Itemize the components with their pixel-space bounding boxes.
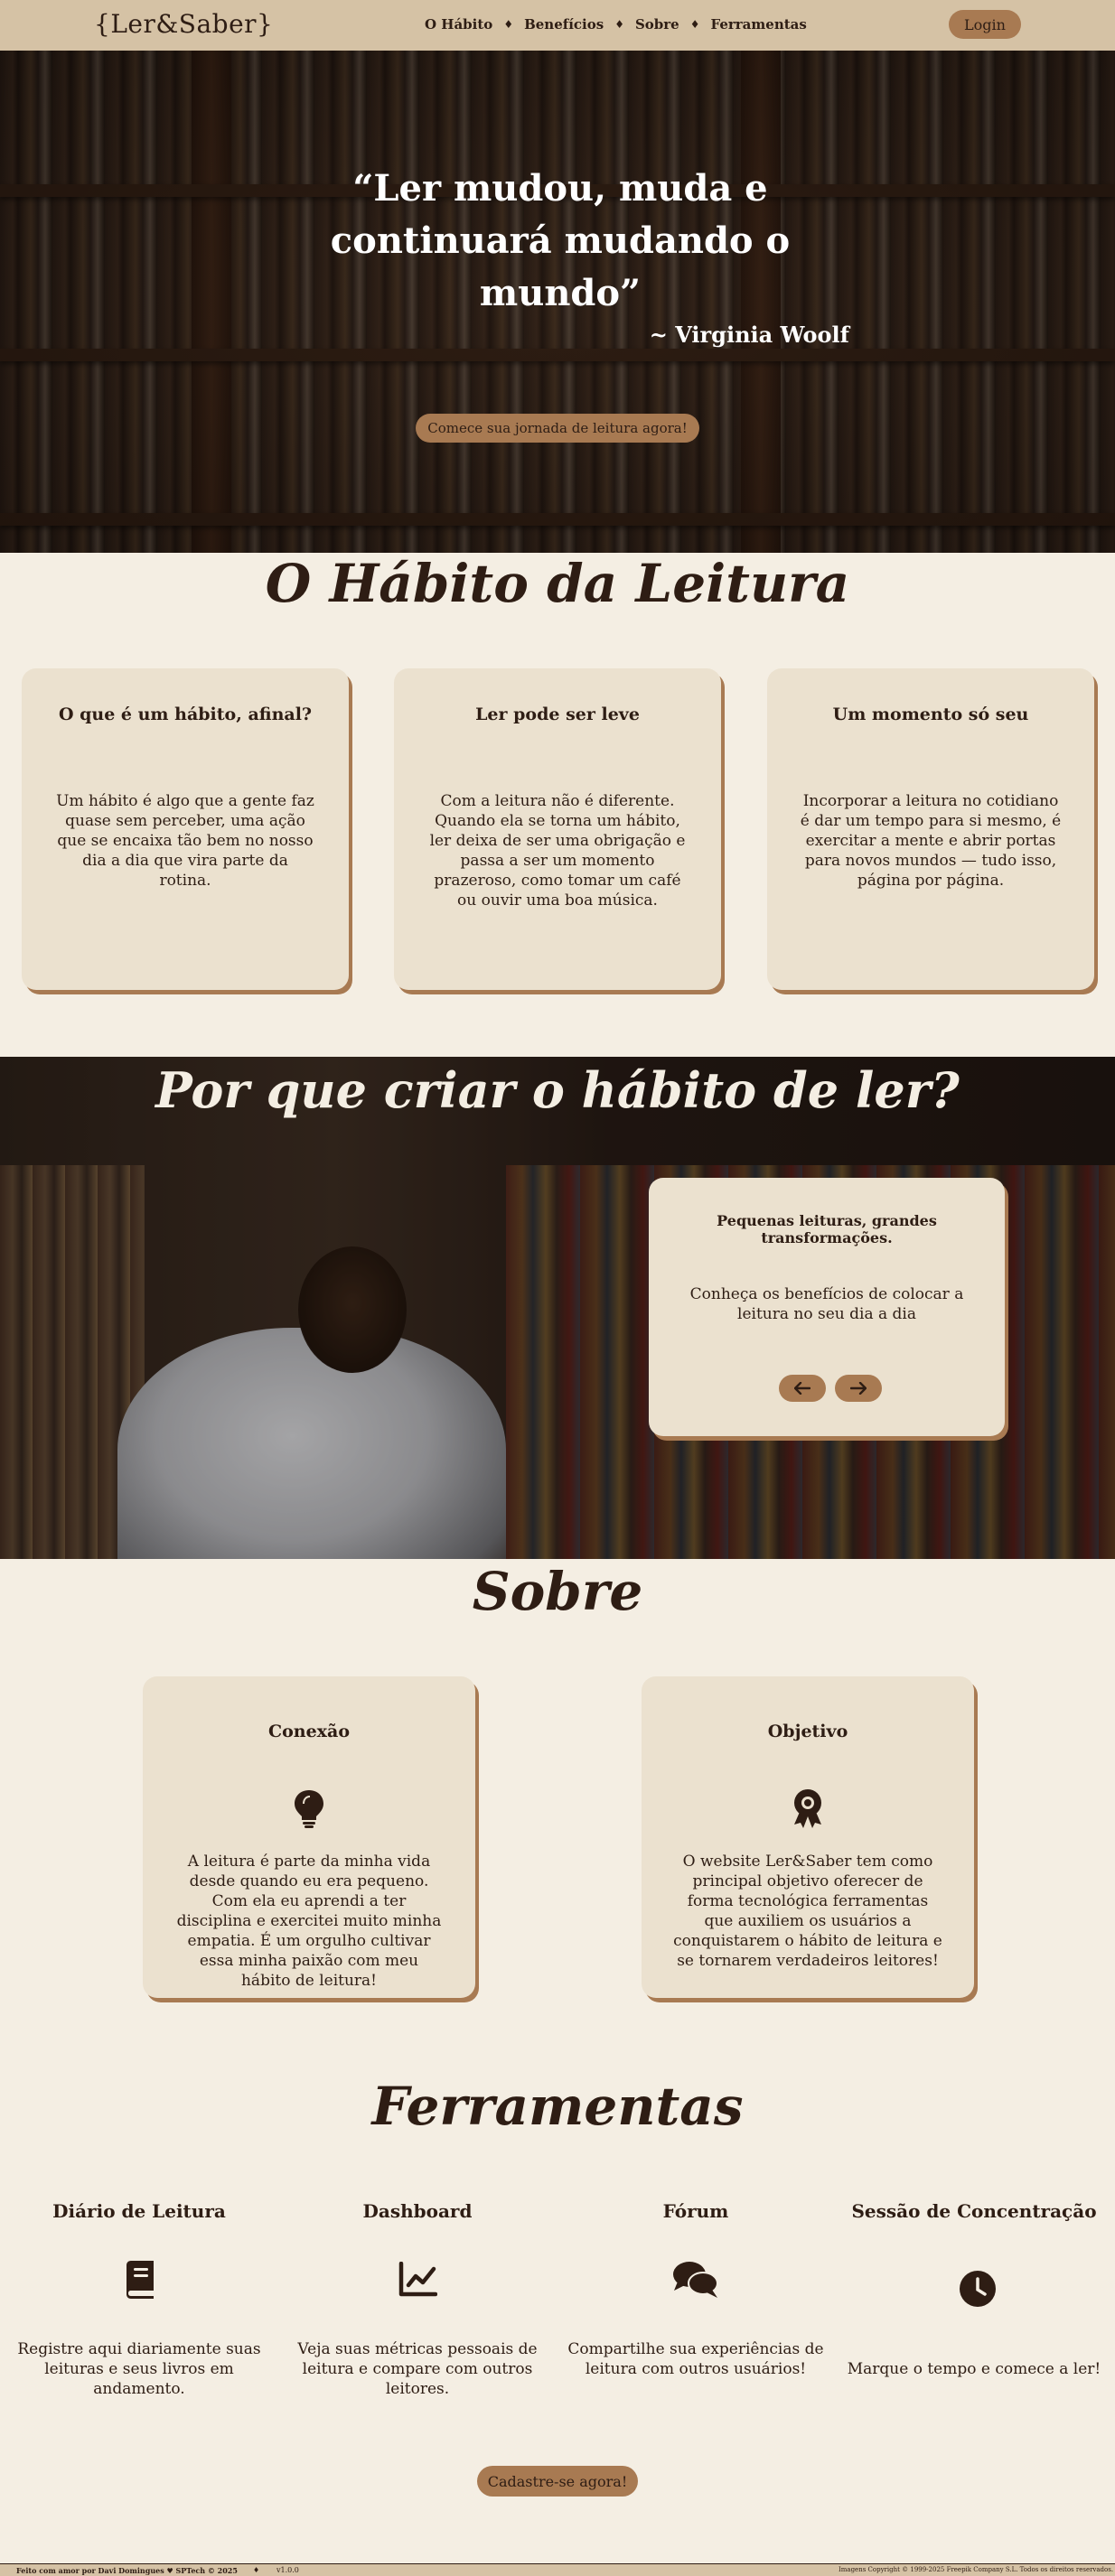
habit-card-text: Com a leitura não é diferente. Quando el… xyxy=(429,792,686,910)
top-navbar: {Ler&Saber} O Hábito ♦ Benefícios ♦ Sobr… xyxy=(0,0,1115,51)
why-section: Por que criar o hábito de ler? Pequenas … xyxy=(0,1057,1115,1559)
nav-separator-icon: ♦ xyxy=(503,18,514,31)
footer-credit: Feito com amor por Davi Domingues ♥ SPTe… xyxy=(16,2566,238,2575)
signup-button[interactable]: Cadastre-se agora! xyxy=(477,2466,638,2497)
habit-card: Ler pode ser leve Com a leitura não é di… xyxy=(394,668,721,990)
tool-title[interactable]: Diário de Leitura xyxy=(0,2200,278,2222)
login-button[interactable]: Login xyxy=(949,10,1021,39)
tool-description: Compartilhe sua experiências de leitura … xyxy=(567,2340,824,2378)
nav-link-sobre[interactable]: Sobre xyxy=(635,16,679,33)
about-card-text: O website Ler&Saber tem como principal o… xyxy=(673,1853,942,1970)
arrow-left-icon xyxy=(794,1382,810,1395)
about-card-title: Objetivo xyxy=(767,1722,848,1741)
tool-description: Veja suas métricas pessoais de leitura e… xyxy=(297,2340,538,2398)
carousel-card-text: Conheça os benefícios de colocar a leitu… xyxy=(689,1285,964,1323)
benefits-carousel-card: Pequenas leituras, grandes transformaçõe… xyxy=(649,1178,1005,1436)
tool-description: Registre aqui diariamente suas leituras … xyxy=(17,2340,261,2398)
tool-title[interactable]: Sessão de Concentração xyxy=(835,2200,1113,2222)
habit-card: Um momento só seu Incorporar a leitura n… xyxy=(767,668,1094,990)
about-section-title: Sobre xyxy=(472,1561,643,1622)
nav-link-beneficios[interactable]: Benefícios xyxy=(524,16,604,33)
tool-title[interactable]: Dashboard xyxy=(278,2200,557,2222)
chart-line-icon xyxy=(390,2253,445,2307)
about-card: Objetivo O website Ler&Saber tem como pr… xyxy=(642,1676,974,1998)
habit-section-title: O Hábito da Leitura xyxy=(265,553,850,614)
carousel-next-button[interactable] xyxy=(835,1375,882,1402)
book-icon xyxy=(112,2253,166,2307)
tools-section-title: Ferramentas xyxy=(371,2076,744,2137)
about-card-title: Conexão xyxy=(267,1722,350,1741)
habit-card-text: Um hábito é algo que a gente faz quase s… xyxy=(56,792,314,890)
tool-description: Marque o tempo e comece a ler! xyxy=(847,2360,1101,2378)
why-section-title: Por que criar o hábito de ler? xyxy=(155,1061,960,1119)
arrow-right-icon xyxy=(850,1382,867,1395)
nav-link-ferramentas[interactable]: Ferramentas xyxy=(711,16,807,33)
footer-separator-icon: ♦ xyxy=(253,2566,260,2574)
nav-separator-icon: ♦ xyxy=(689,18,700,31)
award-icon xyxy=(790,1788,826,1828)
tool-title[interactable]: Fórum xyxy=(557,2200,835,2222)
site-logo[interactable]: {Ler&Saber} xyxy=(94,9,273,39)
nav-links: O Hábito ♦ Benefícios ♦ Sobre ♦ Ferramen… xyxy=(425,16,807,33)
hero-banner: “Ler mudou, muda e continuará mudando o … xyxy=(0,51,1115,553)
habit-card: O que é um hábito, afinal? Um hábito é a… xyxy=(22,668,349,990)
nav-link-habito[interactable]: O Hábito xyxy=(425,16,492,33)
carousel-prev-button[interactable] xyxy=(779,1375,826,1402)
habit-card-text: Incorporar a leitura no cotidiano é dar … xyxy=(800,792,1062,890)
hero-quote: “Ler mudou, muda e continuará mudando o … xyxy=(330,167,791,314)
lightbulb-icon xyxy=(291,1788,327,1828)
footer: Feito com amor por Davi Domingues ♥ SPTe… xyxy=(0,2563,1115,2576)
start-journey-button[interactable]: Comece sua jornada de leitura agora! xyxy=(416,414,699,443)
nav-separator-icon: ♦ xyxy=(614,18,624,31)
habit-card-title: O que é um hábito, afinal? xyxy=(58,705,313,724)
habit-card-title: Um momento só seu xyxy=(832,705,1029,724)
about-card-text: A leitura é parte da minha vida desde qu… xyxy=(176,1853,442,1990)
footer-version: v1.0.0 xyxy=(276,2566,299,2574)
carousel-card-title: Pequenas leituras, grandes transformaçõe… xyxy=(717,1212,937,1246)
footer-image-credit: Imagens Copyright © 1999-2025 Freepik Co… xyxy=(839,2566,1114,2573)
habit-card-title: Ler pode ser leve xyxy=(475,705,640,724)
hero-quote-author: ~ Virginia Woolf xyxy=(649,322,849,348)
clock-icon xyxy=(951,2262,1005,2316)
about-card: Conexão A leitura é parte da minha vida … xyxy=(143,1676,475,1998)
comments-icon xyxy=(669,2253,723,2307)
